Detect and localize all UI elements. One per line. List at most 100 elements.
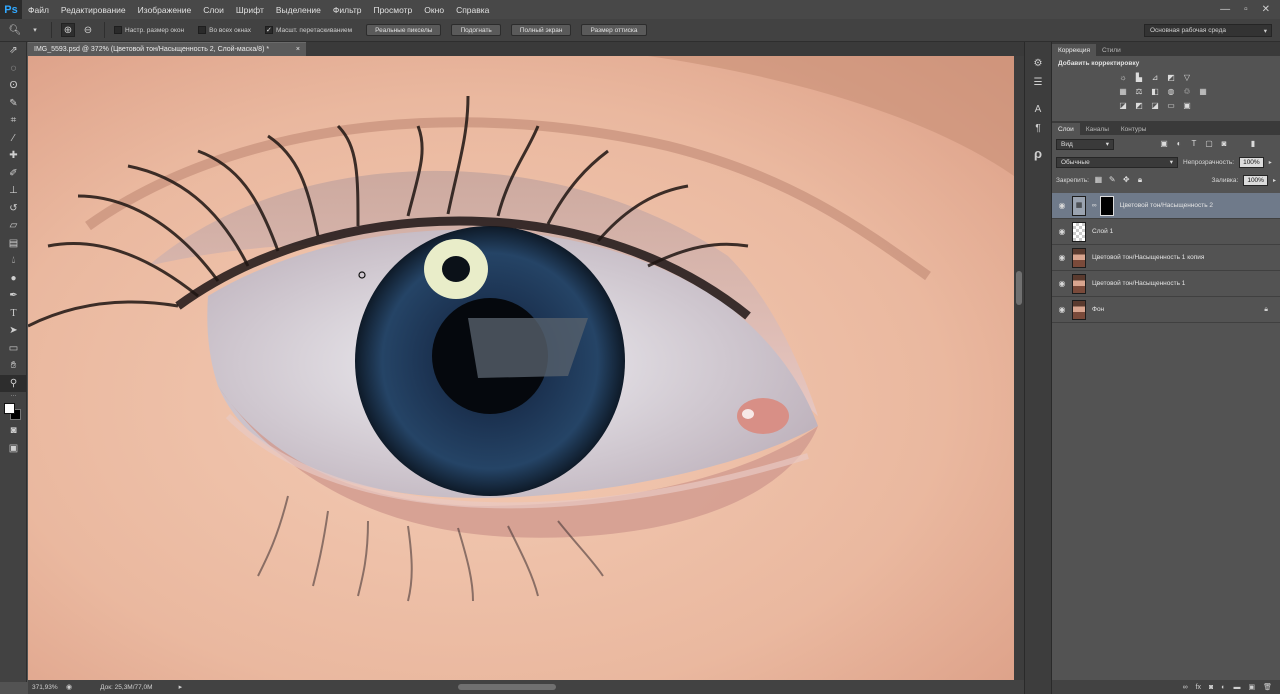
actual-pixels-button[interactable]: Реальные пикселы bbox=[366, 24, 442, 36]
eyedropper-tool-icon[interactable]: ⁄ bbox=[0, 130, 27, 148]
filter-toggle-icon[interactable]: ▮ bbox=[1248, 139, 1258, 149]
levels-icon[interactable]: ▙ bbox=[1134, 73, 1144, 83]
invert-icon[interactable]: ◪ bbox=[1118, 101, 1128, 111]
opacity-input[interactable]: 100% bbox=[1239, 156, 1264, 168]
new-adjustment-icon[interactable]: ◐ bbox=[1221, 684, 1225, 691]
layer-mask-thumbnail[interactable] bbox=[1099, 195, 1114, 216]
filter-adjust-icon[interactable]: ◐ bbox=[1174, 139, 1184, 149]
visibility-eye-icon[interactable]: ◉ bbox=[1052, 227, 1072, 236]
minimize-button[interactable]: — bbox=[1220, 4, 1230, 15]
close-window-button[interactable]: ✕ bbox=[1262, 4, 1270, 15]
menu-select[interactable]: Выделение bbox=[270, 5, 327, 15]
resize-windows-checkbox[interactable]: Настр. размер окон bbox=[114, 26, 184, 34]
color-lookup-icon[interactable]: ▦ bbox=[1198, 87, 1208, 97]
menu-help[interactable]: Справка bbox=[450, 5, 495, 15]
zoom-in-icon[interactable]: ⊕ bbox=[61, 23, 75, 37]
hue-saturation-icon[interactable]: ▦ bbox=[1118, 87, 1128, 97]
fill-input[interactable]: 100% bbox=[1243, 174, 1268, 186]
brush-tool-icon[interactable]: ✐ bbox=[0, 165, 27, 183]
layer-filter-select[interactable]: Вид ▾ bbox=[1056, 138, 1114, 150]
close-tab-icon[interactable]: × bbox=[296, 46, 300, 53]
horizontal-scroll-thumb[interactable] bbox=[458, 684, 556, 690]
add-mask-icon[interactable]: ◙ bbox=[1209, 684, 1213, 691]
status-settings-icon[interactable]: ◉ bbox=[66, 683, 72, 691]
vertical-scroll-thumb[interactable] bbox=[1016, 271, 1022, 305]
workspace-select[interactable]: Основная рабочая среда ▾ bbox=[1144, 24, 1272, 37]
character-panel-icon[interactable]: A bbox=[1025, 100, 1051, 119]
gradient-map-icon[interactable]: ▭ bbox=[1166, 101, 1176, 111]
shape-tool-icon[interactable]: ▭ bbox=[0, 340, 27, 358]
tab-styles[interactable]: Стили bbox=[1096, 44, 1127, 56]
lasso-tool-icon[interactable]: ʘ bbox=[0, 77, 27, 95]
quick-mask-icon[interactable]: ◙ bbox=[0, 422, 27, 440]
maximize-button[interactable]: ▫ bbox=[1244, 4, 1248, 15]
fit-screen-button[interactable]: Подогнать bbox=[451, 24, 501, 36]
layer-row[interactable]: ◉ Фон 🔒︎ bbox=[1052, 297, 1280, 323]
color-swatches[interactable] bbox=[0, 400, 27, 422]
filter-type-icon[interactable]: T bbox=[1189, 139, 1199, 149]
lock-pixels-icon[interactable]: ✎ bbox=[1108, 175, 1117, 185]
menu-filter[interactable]: Фильтр bbox=[327, 5, 368, 15]
layer-row[interactable]: ◉ Слой 1 bbox=[1052, 219, 1280, 245]
menu-layers[interactable]: Слои bbox=[197, 5, 230, 15]
paragraph-panel-icon[interactable]: ¶ bbox=[1025, 119, 1051, 138]
gradient-tool-icon[interactable]: ▤ bbox=[0, 235, 27, 253]
menu-type[interactable]: Шрифт bbox=[230, 5, 270, 15]
curves-icon[interactable]: ⊿ bbox=[1150, 73, 1160, 83]
photo-filter-icon[interactable]: ◍ bbox=[1166, 87, 1176, 97]
checkbox-box[interactable] bbox=[114, 26, 122, 34]
blur-tool-icon[interactable]: 💧︎ bbox=[0, 252, 27, 270]
fill-screen-button[interactable]: Полный экран bbox=[510, 24, 572, 36]
clone-stamp-tool-icon[interactable]: ⊥ bbox=[0, 182, 27, 200]
menu-window[interactable]: Окно bbox=[418, 5, 450, 15]
type-tool-icon[interactable]: T bbox=[0, 305, 27, 323]
opacity-arrow-icon[interactable]: ▸ bbox=[1269, 159, 1272, 166]
chain-link-icon[interactable]: ∞ bbox=[1092, 202, 1097, 209]
lock-all-icon[interactable]: 🔒︎ bbox=[1136, 175, 1145, 185]
zoom-level[interactable]: 371,93% bbox=[32, 684, 62, 691]
visibility-eye-icon[interactable]: ◉ bbox=[1052, 305, 1072, 314]
visibility-eye-icon[interactable]: ◉ bbox=[1052, 201, 1072, 210]
pen-tool-icon[interactable]: ✒ bbox=[0, 287, 27, 305]
history-panel-icon[interactable]: ⚙ bbox=[1025, 54, 1051, 73]
hand-tool-icon[interactable]: ✋︎ bbox=[0, 357, 27, 375]
quick-select-tool-icon[interactable]: ✎ bbox=[0, 95, 27, 113]
zoom-tool-icon[interactable]: 🔍︎ bbox=[8, 23, 22, 37]
exposure-icon[interactable]: ◩ bbox=[1166, 73, 1176, 83]
print-size-button[interactable]: Размер оттиска bbox=[581, 24, 647, 36]
properties-panel-icon[interactable]: ☰ bbox=[1025, 73, 1051, 92]
status-menu-arrow-icon[interactable]: ▸ bbox=[179, 683, 183, 691]
visibility-eye-icon[interactable]: ◉ bbox=[1052, 279, 1072, 288]
scrubby-zoom-checkbox[interactable]: ✓ Масшт. перетаскиванием bbox=[264, 26, 352, 34]
path-selection-tool-icon[interactable]: ➤ bbox=[0, 322, 27, 340]
menu-view[interactable]: Просмотр bbox=[367, 5, 418, 15]
color-balance-icon[interactable]: ⚖ bbox=[1134, 87, 1144, 97]
dodge-tool-icon[interactable]: ● bbox=[0, 270, 27, 288]
brush-panel-icon[interactable]: ρ bbox=[1025, 144, 1051, 163]
move-tool-icon[interactable]: ⇗ bbox=[0, 42, 27, 60]
vertical-scrollbar[interactable] bbox=[1014, 56, 1024, 680]
tab-layers[interactable]: Слои bbox=[1052, 123, 1080, 135]
checkbox-box[interactable]: ✓ bbox=[264, 26, 273, 34]
zoom-all-windows-checkbox[interactable]: Во всех окнах bbox=[198, 26, 251, 34]
checkbox-box[interactable] bbox=[198, 26, 207, 34]
lock-position-icon[interactable]: ✥ bbox=[1122, 175, 1131, 185]
vibrance-icon[interactable]: ▽ bbox=[1182, 73, 1192, 83]
document-tab[interactable]: IMG_5593.psd @ 372% (Цветовой тон/Насыще… bbox=[28, 42, 306, 56]
menu-image[interactable]: Изображение bbox=[132, 5, 198, 15]
posterize-icon[interactable]: ◩ bbox=[1134, 101, 1144, 111]
more-tools-icon[interactable]: ··· bbox=[0, 392, 27, 400]
filter-pixel-icon[interactable]: ▣ bbox=[1159, 139, 1169, 149]
menu-edit[interactable]: Редактирование bbox=[55, 5, 132, 15]
visibility-eye-icon[interactable]: ◉ bbox=[1052, 253, 1072, 262]
tab-channels[interactable]: Каналы bbox=[1080, 123, 1115, 135]
document-canvas[interactable] bbox=[28, 56, 1014, 680]
brightness-icon[interactable]: ☼ bbox=[1118, 73, 1128, 83]
eraser-tool-icon[interactable]: ▱ bbox=[0, 217, 27, 235]
menu-file[interactable]: Файл bbox=[22, 5, 55, 15]
zoom-out-icon[interactable]: ⊖ bbox=[81, 23, 95, 37]
blend-mode-select[interactable]: Обычные ▾ bbox=[1056, 156, 1178, 168]
layer-style-icon[interactable]: fx bbox=[1196, 684, 1201, 691]
foreground-color-swatch[interactable] bbox=[4, 403, 15, 414]
new-layer-icon[interactable]: ▣ bbox=[1248, 683, 1255, 691]
